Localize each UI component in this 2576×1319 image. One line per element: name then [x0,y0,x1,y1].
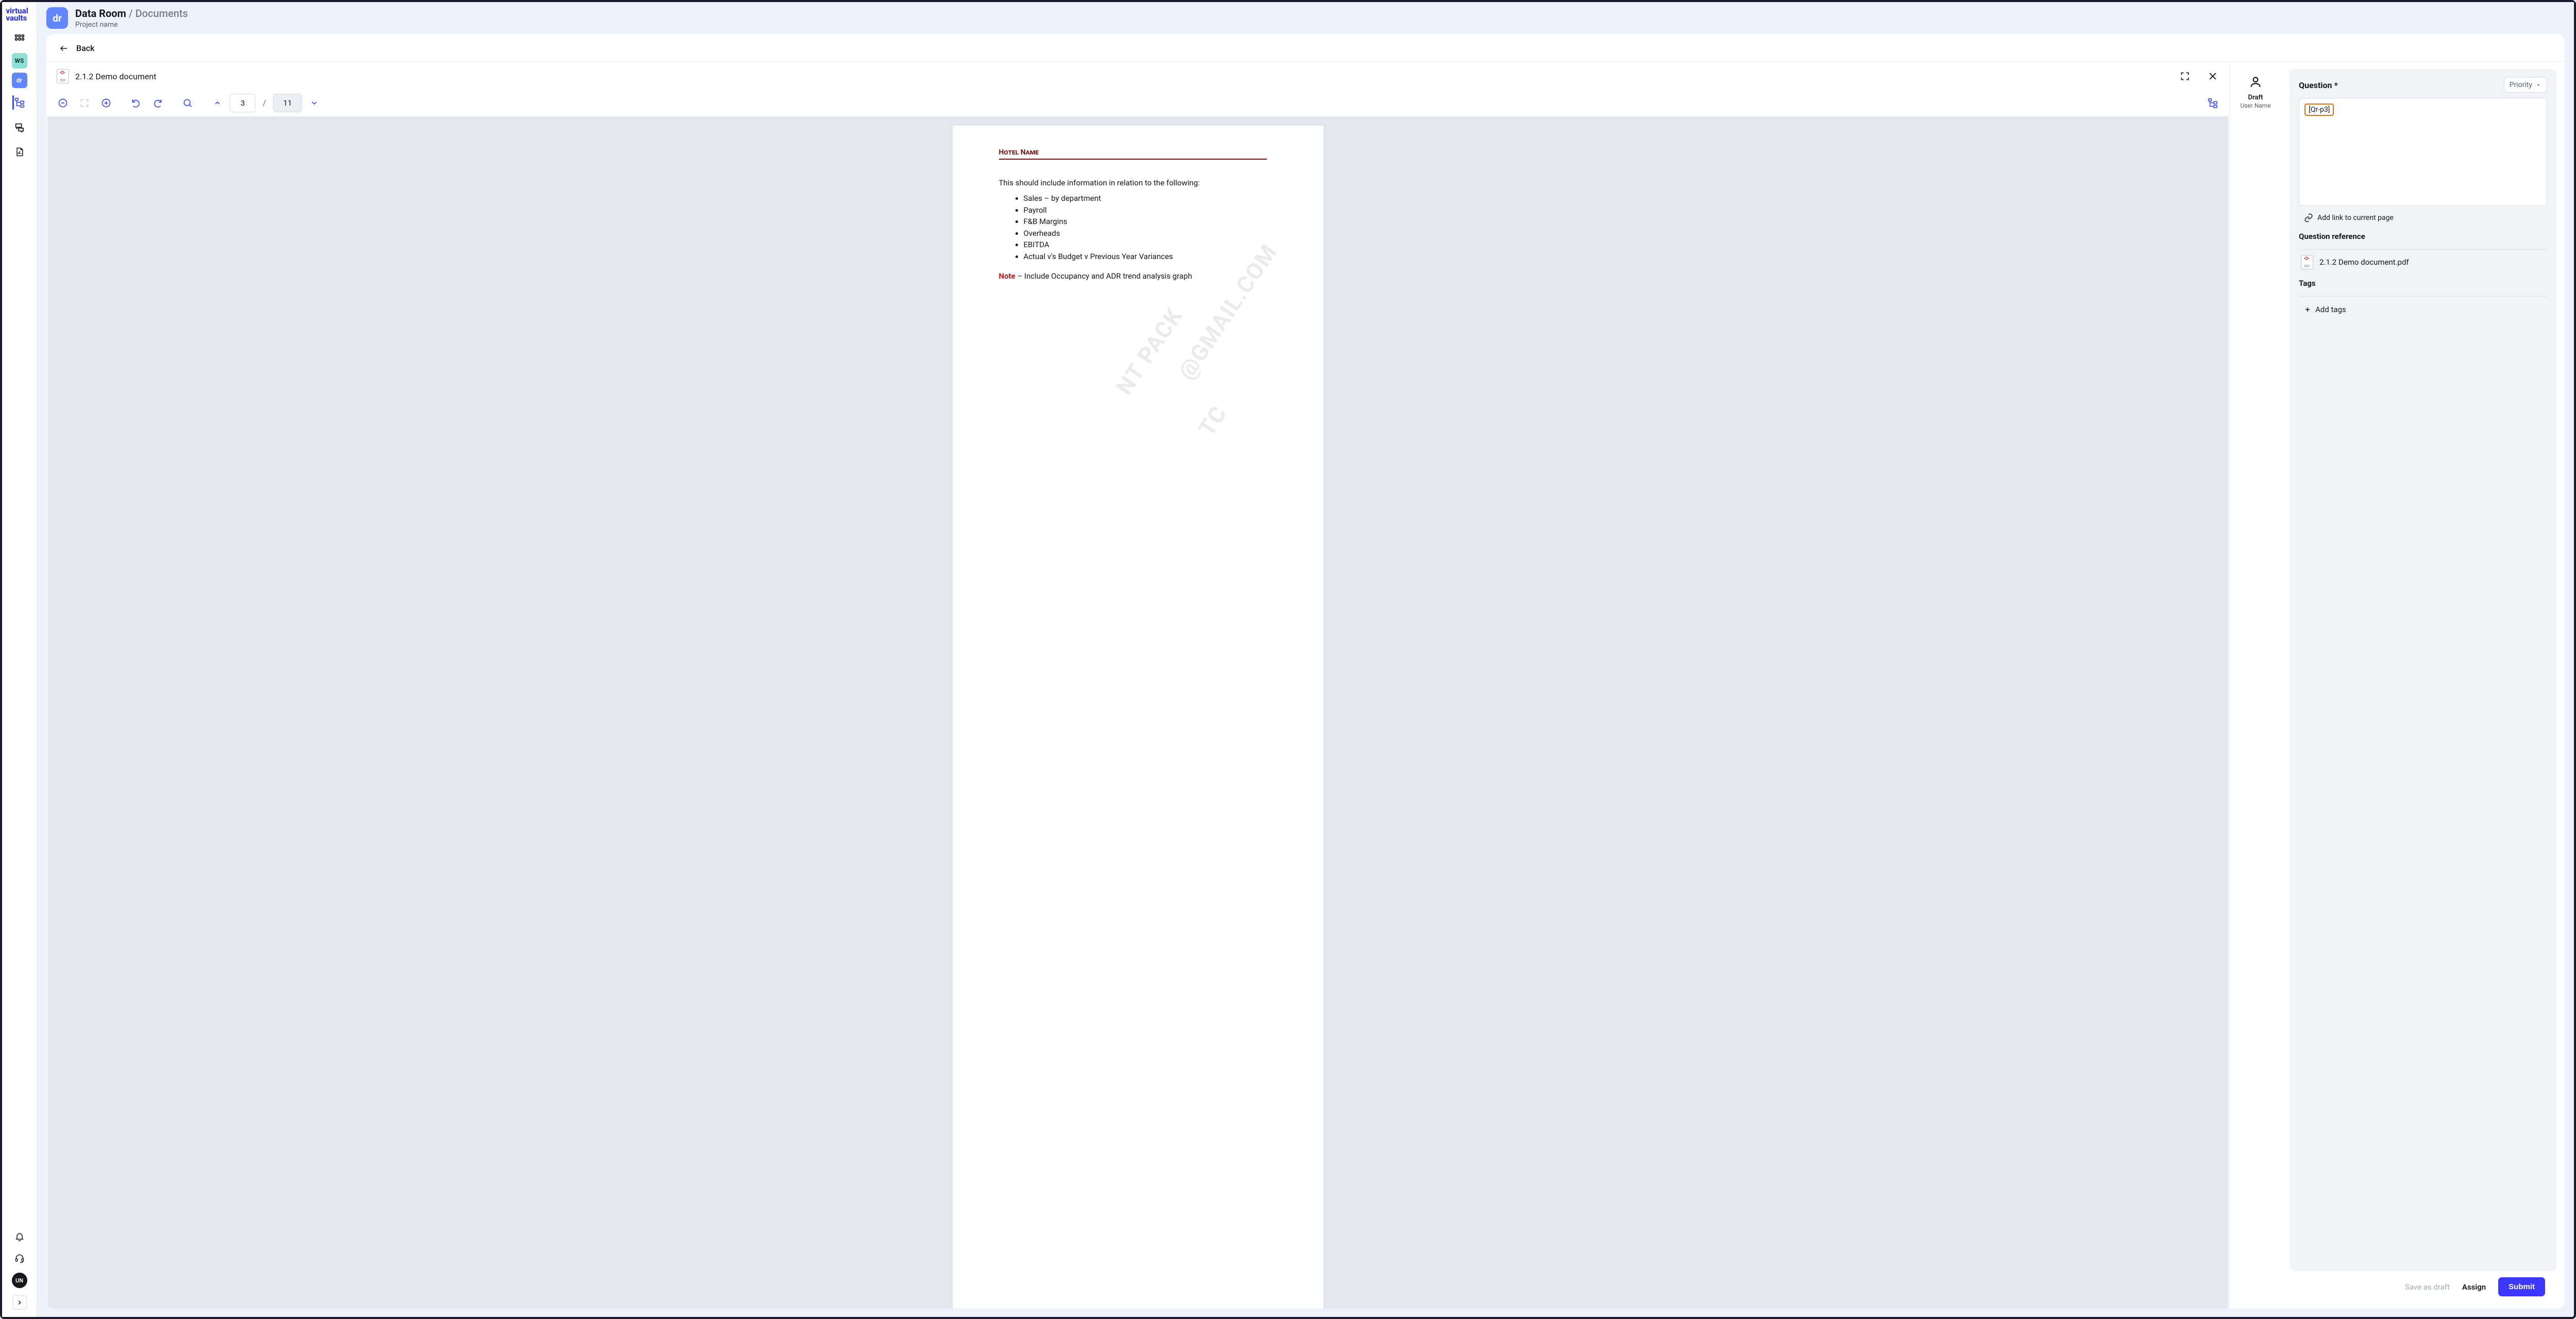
doc-intro: This should include information in relat… [999,178,1282,187]
question-label: Question * [2299,80,2338,90]
doc-bullet: Sales – by department [1024,193,1282,204]
doc-bullet: Actual v's Budget v Previous Year Varian… [1024,251,1282,263]
page-sep: / [259,98,270,108]
fullscreen-icon[interactable] [2179,70,2191,82]
document-title: 2.1.2 Demo document [75,72,156,81]
close-icon[interactable] [2207,70,2219,82]
viewer-toolbar: / 11 [46,91,2229,116]
person-icon [2249,75,2262,91]
question-status: Draft [2248,94,2263,101]
page-canvas[interactable]: NT PACK @GMAIL.COM TC Hotel Name This sh… [47,116,2228,1309]
question-textarea[interactable]: [Qr-p3] [2299,98,2547,206]
link-icon [2304,213,2313,222]
nav-reports-icon[interactable] [2,142,37,162]
nav-tree-icon[interactable] [2,92,37,113]
priority-dropdown[interactable]: Priority [2504,77,2547,93]
doc-bullet: F&B Margins [1024,216,1282,228]
add-tags-button[interactable]: Add tags [2299,305,2547,314]
headset-icon[interactable] [12,1251,27,1265]
doc-heading: Hotel Name [999,148,1267,160]
brand-logo: virtual vaults [5,6,34,25]
apps-grid-icon[interactable] [10,29,29,49]
breadcrumb: Data Room / Documents [75,7,188,20]
bell-icon[interactable] [12,1229,27,1244]
doc-bullet: Payroll [1024,204,1282,216]
expand-rail-button[interactable] [12,1295,27,1310]
left-rail: virtual vaults WS dr UN [2,2,37,1317]
zoom-out-icon[interactable] [54,94,72,112]
reference-heading: Question reference [2299,232,2547,241]
plus-icon [2304,306,2311,313]
project-name: Project name [75,21,188,29]
doc-bullet: EBITDA [1024,239,1282,251]
zoom-in-icon[interactable] [97,94,115,112]
page-number-input[interactable] [230,94,256,112]
document-viewer: PDF 2.1.2 Demo document [46,62,2230,1309]
nav-qa-icon[interactable] [2,117,37,138]
page-total: 11 [273,94,302,112]
submit-button[interactable]: Submit [2498,1277,2545,1296]
reference-file[interactable]: PDF 2.1.2 Demo document.pdf [2299,255,2547,269]
prev-page-icon[interactable] [208,94,227,112]
doc-note: Note – Include Occupancy and ADR trend a… [999,271,1282,281]
next-page-icon[interactable] [305,94,324,112]
author-name: User Name [2240,102,2270,109]
question-footer: Save as draft Assign Submit [2290,1271,2556,1304]
pdf-icon: PDF [2301,255,2313,269]
back-label: Back [76,43,94,53]
dataroom-badge[interactable]: dr [12,73,27,88]
pdf-icon: PDF [57,69,69,83]
watermark: NT PACK @GMAIL.COM TC [953,126,1324,1309]
divider [2299,296,2547,297]
document-page: NT PACK @GMAIL.COM TC Hotel Name This sh… [953,126,1324,1309]
doc-bullet-list: Sales – by department Payroll F&B Margin… [999,193,1282,262]
workspace-badge[interactable]: WS [12,53,27,68]
back-button[interactable]: Back [46,34,2565,62]
fit-icon [75,94,94,112]
tags-heading: Tags [2299,279,2547,288]
save-draft-button: Save as draft [2405,1282,2450,1292]
undo-icon[interactable] [127,94,145,112]
content-card: Back PDF 2.1.2 Demo document [46,34,2565,1309]
main-column: dr Data Room / Documents Project name Ba… [37,2,2574,1317]
doc-bullet: Overheads [1024,228,1282,239]
back-arrow-icon [58,44,70,53]
question-panel: Question * Priority [Qr-p3] Add link to … [2281,62,2565,1309]
author-panel: Draft User Name [2230,62,2281,1309]
search-icon[interactable] [178,94,197,112]
outline-icon[interactable] [2204,94,2222,112]
user-avatar[interactable]: UN [12,1273,27,1288]
divider [2299,249,2547,250]
add-link-button[interactable]: Add link to current page [2299,213,2547,222]
assign-button[interactable]: Assign [2462,1282,2486,1292]
question-reference-chip[interactable]: [Qr-p3] [2304,104,2334,116]
page-header: dr Data Room / Documents Project name [37,2,2574,34]
project-badge: dr [46,7,68,29]
redo-icon[interactable] [148,94,167,112]
